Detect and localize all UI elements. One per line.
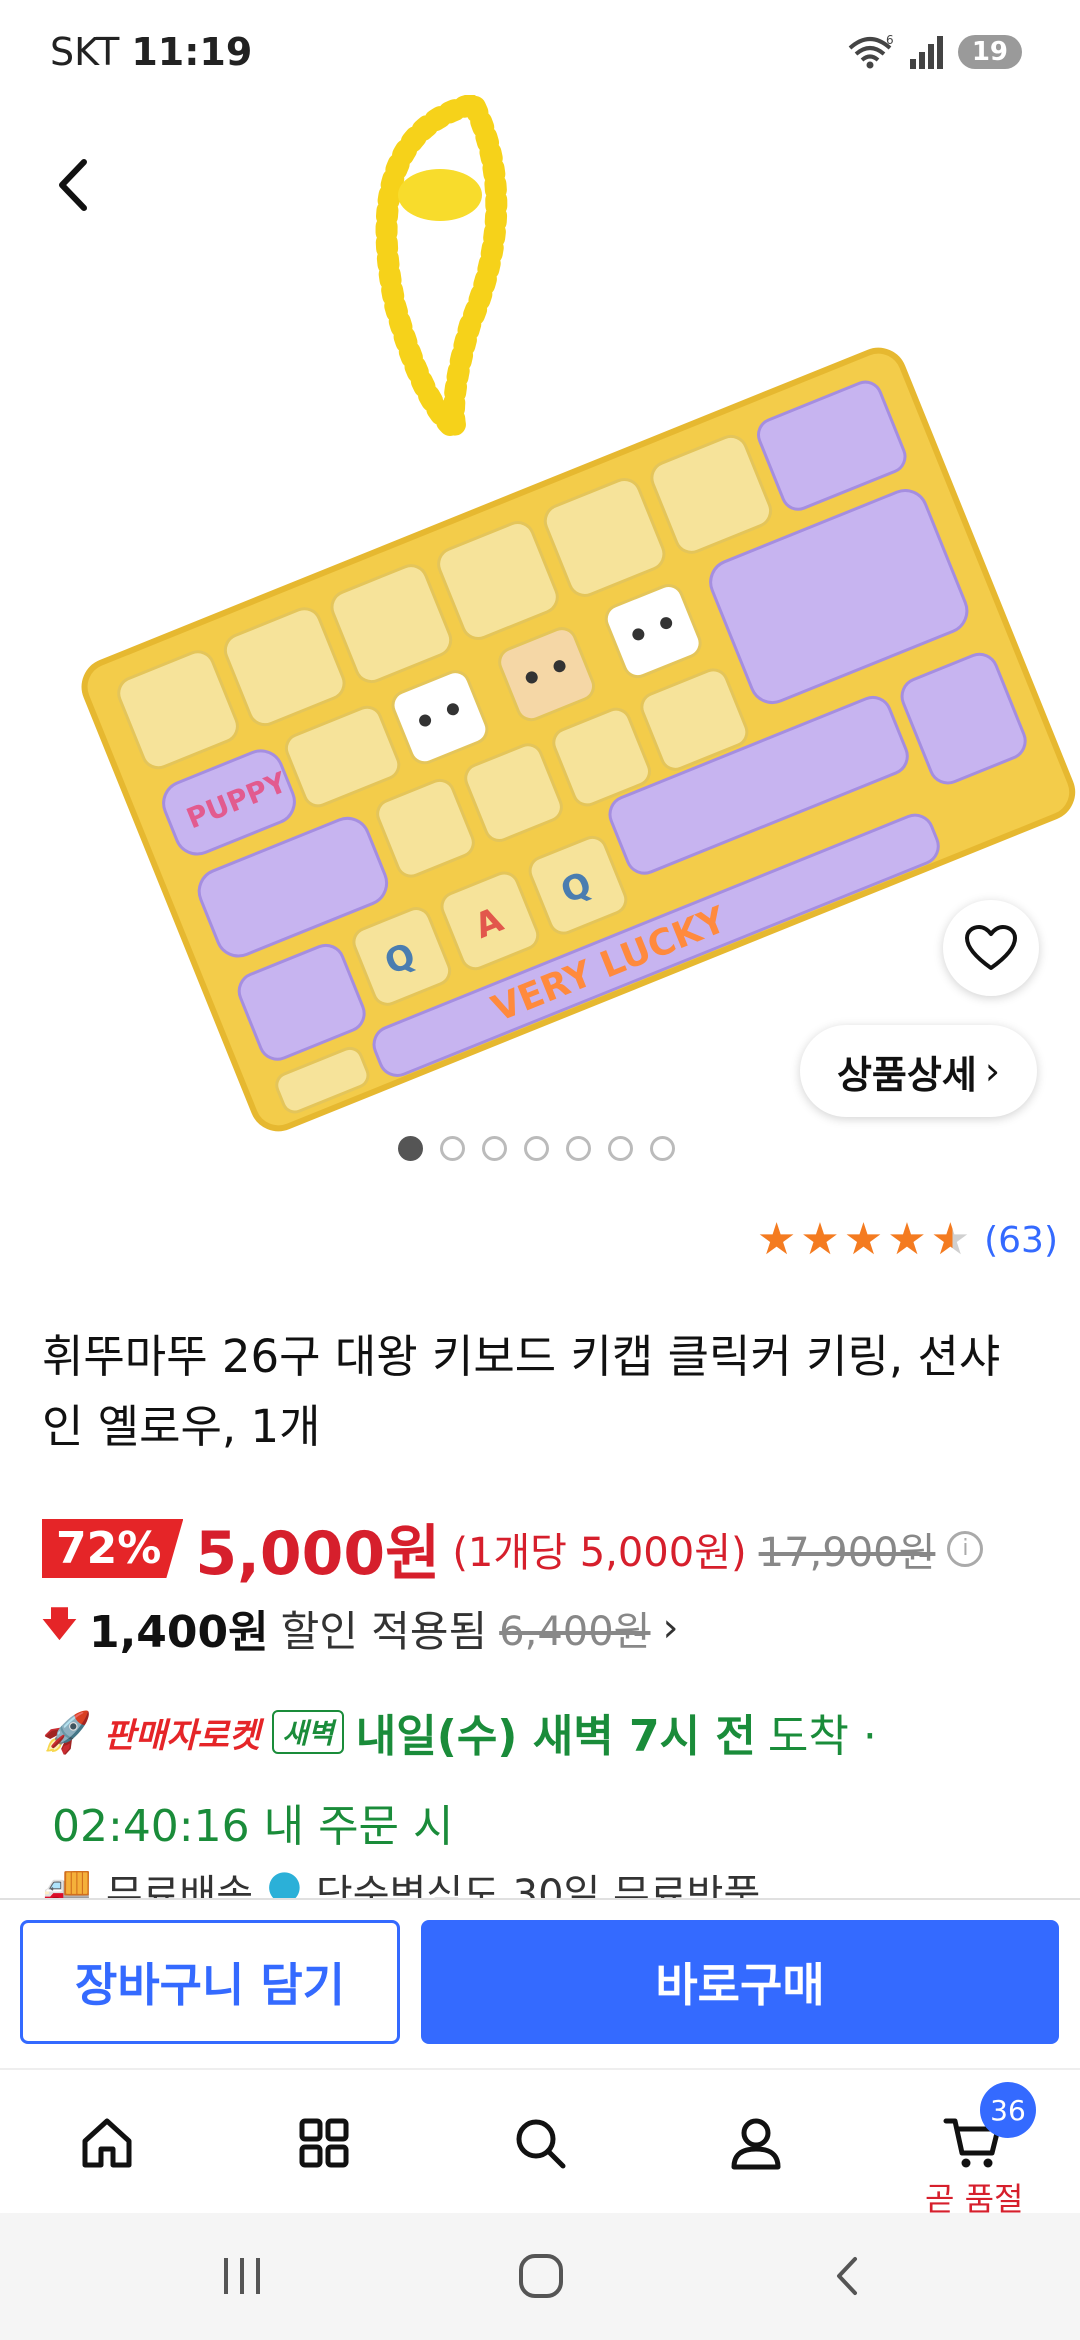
- review-count[interactable]: (63): [984, 1220, 1058, 1261]
- keychain-illustration: PUPPY Q A Q VERY LUCKY: [81, 94, 1076, 1132]
- nav-my-page[interactable]: [721, 2108, 791, 2178]
- chevron-right-icon: ›: [662, 1605, 679, 1651]
- my-page-icon: [731, 2118, 781, 2170]
- dawn-delivery-badge: 새벽: [272, 1710, 344, 1754]
- carousel-dot[interactable]: [608, 1136, 633, 1161]
- arrival-time: 내일(수) 새벽 7시 전: [355, 1711, 756, 1762]
- half-star-icon: ★: [930, 1214, 971, 1265]
- favorite-button[interactable]: [943, 900, 1039, 996]
- star-icon: ★: [843, 1214, 884, 1265]
- home-circle-icon: [519, 2254, 563, 2298]
- free-return-label: 단순변심도 30일 무료반품: [315, 1872, 761, 1900]
- coupon-amount: 1,400원: [88, 1607, 269, 1658]
- free-shipping-label: 무료배송: [105, 1872, 254, 1900]
- category-icon: [299, 2118, 349, 2168]
- nav-home[interactable]: [72, 2108, 142, 2178]
- heart-icon: [965, 925, 1017, 970]
- product-image[interactable]: PUPPY Q A Q VERY LUCKY: [0, 94, 1080, 1165]
- star-icon: ★: [756, 1214, 797, 1265]
- bottom-navigation: [0, 2068, 1080, 2213]
- star-icon: ★: [800, 1214, 840, 1265]
- original-price: 17,900원: [758, 1529, 936, 1576]
- cart-count-badge: 36: [980, 2082, 1036, 2138]
- home-icon: [82, 2118, 132, 2168]
- carrier-label: SKT: [50, 30, 120, 74]
- carousel-dot[interactable]: [482, 1136, 507, 1161]
- product-title: 휘뚜마뚜 26구 대왕 키보드 키캡 클릭커 키링, 션샤인 옐로우, 1개: [42, 1330, 1001, 1453]
- back-system-button[interactable]: [815, 2243, 881, 2309]
- unit-price: (1개당 5,000원): [452, 1529, 747, 1576]
- delivery-info: 🚀 판매자로켓 새벽 내일(수) 새벽 7시 전 도착 · 02:40:16 내…: [42, 1700, 1042, 1854]
- down-arrow-icon: 🡇: [42, 1603, 77, 1644]
- product-detail-button[interactable]: 상품상세 ›: [800, 1025, 1037, 1117]
- search-icon: [516, 2119, 566, 2169]
- star-icon: ★: [887, 1214, 927, 1265]
- coupon-original-price: 6,400원: [499, 1609, 651, 1655]
- delivery-line: 🚀 판매자로켓 새벽 내일(수) 새벽 7시 전 도착 ·: [42, 1700, 1042, 1764]
- back-arrow-icon: [59, 159, 87, 211]
- carousel-dot[interactable]: [650, 1136, 675, 1161]
- carousel-dot[interactable]: [440, 1136, 465, 1161]
- seller-rocket-label: 판매자로켓: [103, 1715, 261, 1756]
- truck-icon: 🚚: [42, 1863, 92, 1900]
- arrival-suffix: 도착 ·: [767, 1711, 877, 1762]
- return-icon: ●: [267, 1862, 302, 1900]
- wifi-icon: 6: [848, 34, 894, 69]
- product-rating[interactable]: ★ ★ ★ ★ ★ (63): [757, 1218, 1058, 1262]
- purchase-action-bar: 장바구니 담기 바로구매: [0, 1898, 1080, 2068]
- system-navigation-bar: [0, 2213, 1080, 2340]
- discount-badge: 72%: [42, 1519, 184, 1578]
- status-right: 6 19: [846, 34, 1022, 70]
- buy-now-button[interactable]: 바로구매: [421, 1920, 1059, 2044]
- back-button[interactable]: [40, 150, 110, 220]
- order-deadline: 02:40:16 내 주문 시: [52, 1801, 454, 1852]
- sale-price: 5,000원: [195, 1519, 441, 1589]
- carousel-dot[interactable]: [566, 1136, 591, 1161]
- coupon-text: 할인 적용됨: [280, 1606, 488, 1656]
- coupon-row[interactable]: 🡇 1,400원 할인 적용됨 6,400원 ›: [42, 1596, 678, 1660]
- signal-icon: [909, 36, 943, 69]
- status-bar: SKT 11:19 6 19: [0, 0, 1080, 105]
- info-icon[interactable]: i: [947, 1530, 984, 1567]
- nav-search[interactable]: [505, 2108, 575, 2178]
- chevron-right-icon: ›: [984, 1049, 1001, 1093]
- shipping-line: 🚚 무료배송 ● 단순변심도 30일 무료반품: [42, 1862, 760, 1900]
- carousel-dot[interactable]: [398, 1136, 423, 1161]
- add-to-cart-button[interactable]: 장바구니 담기: [20, 1920, 400, 2044]
- clock: 11:19: [131, 30, 253, 74]
- status-left: SKT 11:19: [50, 30, 252, 74]
- home-system-button[interactable]: [508, 2243, 574, 2309]
- nav-category[interactable]: [289, 2108, 359, 2178]
- wifi-label: 6: [886, 34, 894, 47]
- carousel-dot[interactable]: [524, 1136, 549, 1161]
- image-carousel-dots: [398, 1136, 675, 1161]
- recent-apps-button[interactable]: [210, 2243, 276, 2309]
- price-row: 72% 5,000원 (1개당 5,000원) 17,900원 i: [42, 1505, 984, 1592]
- battery-indicator: 19: [957, 35, 1022, 69]
- back-icon: [837, 2257, 857, 2295]
- rocket-icon: 🚀: [42, 1709, 92, 1756]
- recent-apps-icon: [224, 2258, 260, 2294]
- product-detail-label: 상품상세: [836, 1052, 977, 1097]
